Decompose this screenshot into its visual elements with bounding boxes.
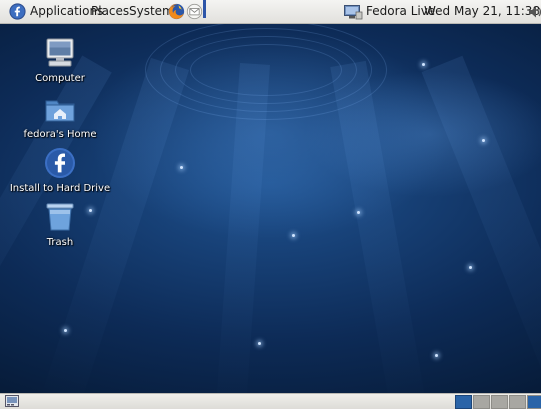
home-folder-icon	[45, 100, 75, 122]
background-star	[64, 329, 67, 332]
desktop[interactable]: Computer fedora's Home Install to Hard D…	[0, 24, 541, 393]
background-star	[357, 211, 360, 214]
screen: Applications Places System Fedora Live W…	[0, 0, 541, 409]
top-panel: Applications Places System Fedora Live W…	[0, 0, 541, 24]
background-light-ray	[330, 60, 429, 393]
workspace-4[interactable]	[509, 395, 526, 409]
network-monitor-icon[interactable]	[343, 4, 363, 20]
desktop-icon-computer[interactable]: Computer	[0, 37, 120, 84]
workspace-1[interactable]	[455, 395, 472, 409]
desktop-icon-home[interactable]: fedora's Home	[0, 93, 120, 140]
bottom-panel	[0, 393, 541, 409]
clock[interactable]: Wed May 21, 11:38 PM	[424, 0, 541, 23]
fedora-logo-icon[interactable]	[9, 3, 26, 20]
desktop-icon-label: fedora's Home	[23, 129, 97, 140]
fedora-installer-icon	[45, 148, 75, 178]
background-light-ray	[421, 55, 541, 393]
background-star	[482, 139, 485, 142]
desktop-icon-label: Trash	[46, 237, 74, 248]
background-star	[258, 342, 261, 345]
launcher-highlight-marker	[203, 0, 206, 18]
show-desktop-icon[interactable]	[5, 395, 19, 407]
desktop-icon-trash[interactable]: Trash	[0, 201, 120, 248]
places-menu[interactable]: Places	[91, 0, 129, 23]
computer-icon	[46, 38, 74, 67]
workspace-3[interactable]	[491, 395, 508, 409]
background-star	[435, 354, 438, 357]
desktop-icon-label: Install to Hard Drive	[9, 183, 111, 194]
workspace-5[interactable]	[527, 395, 541, 409]
workspace-2[interactable]	[473, 395, 490, 409]
background-star	[469, 266, 472, 269]
background-star	[292, 234, 295, 237]
trash-icon	[46, 203, 74, 231]
desktop-icon-label: Computer	[35, 73, 85, 84]
desktop-icon-install[interactable]: Install to Hard Drive	[0, 147, 120, 194]
firefox-icon[interactable]	[168, 3, 185, 20]
mail-icon[interactable]	[186, 3, 203, 20]
background-star	[180, 166, 183, 169]
volume-icon[interactable]	[528, 5, 541, 19]
background-star	[422, 63, 425, 66]
